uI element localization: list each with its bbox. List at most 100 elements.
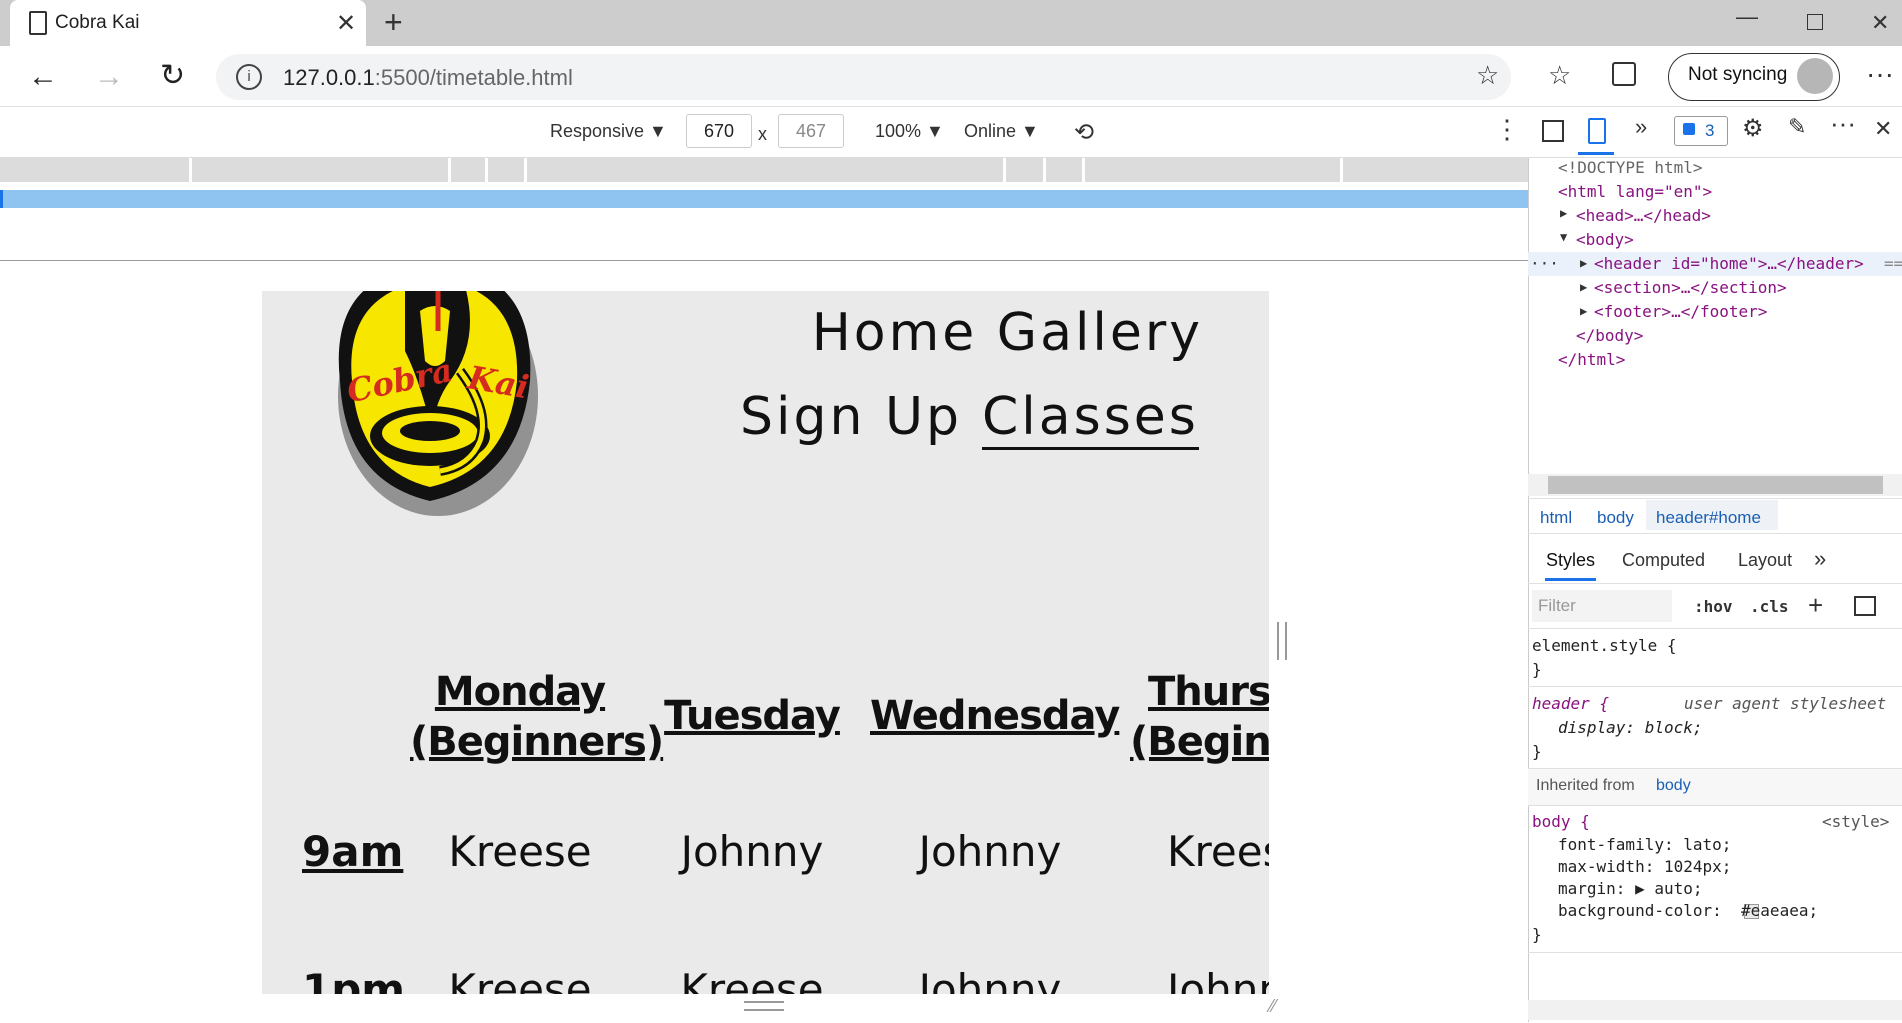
avatar — [1797, 58, 1833, 94]
settings-gear-icon[interactable]: ⚙ — [1742, 114, 1764, 143]
timetable-cell: Kreese — [448, 827, 592, 876]
body-rule-selector[interactable]: body { — [1532, 812, 1590, 831]
more-tabs-icon[interactable]: » — [1635, 114, 1647, 140]
divider — [1528, 686, 1902, 687]
expand-arrow-icon[interactable]: ▶ — [1580, 280, 1587, 294]
divider — [1528, 533, 1902, 534]
close-devtools-icon[interactable]: ✕ — [1874, 116, 1892, 142]
toggle-sidebar-icon[interactable] — [1854, 596, 1876, 616]
breadcrumb-body[interactable]: body — [1597, 508, 1634, 528]
device-mode-select[interactable]: Responsive ▼ — [550, 121, 667, 142]
dom-footer[interactable]: <footer>…</footer> — [1594, 302, 1767, 321]
inherited-from-link[interactable]: body — [1656, 777, 1691, 795]
page-icon — [29, 11, 47, 35]
tab-styles[interactable]: Styles — [1546, 550, 1595, 571]
dom-section[interactable]: <section>…</section> — [1594, 278, 1787, 297]
dom-html-open[interactable]: <html lang="en"> — [1558, 182, 1712, 201]
dom-doctype[interactable]: <!DOCTYPE html> — [1558, 158, 1703, 177]
expand-arrow-icon[interactable]: ▶ — [1560, 206, 1567, 220]
devtools-more-icon[interactable]: ··· — [1830, 108, 1856, 139]
body-declaration[interactable]: background-color: x#eaeaea; — [1558, 901, 1818, 920]
dom-body-open[interactable]: <body> — [1576, 230, 1634, 249]
expand-arrow-icon[interactable]: ▶ — [1580, 304, 1587, 318]
tab-computed[interactable]: Computed — [1622, 550, 1705, 571]
viewport-height-input[interactable]: 467 — [778, 114, 844, 148]
cls-toggle[interactable]: .cls — [1750, 597, 1789, 616]
refresh-icon[interactable]: ↻ — [160, 58, 185, 93]
body-rule-source[interactable]: <style> — [1822, 812, 1889, 831]
favorites-icon[interactable]: ☆ — [1548, 60, 1571, 91]
day-header-wednesday: Wednesday — [870, 693, 1120, 739]
more-panels-icon[interactable]: » — [1814, 546, 1826, 572]
device-more-icon[interactable]: ⋮ — [1494, 114, 1520, 145]
media-query-divider — [1043, 158, 1046, 182]
forward-icon[interactable]: → — [94, 60, 124, 94]
zoom-select[interactable]: 100% ▼ — [875, 121, 944, 142]
breadcrumb-header-home[interactable]: header#home — [1656, 508, 1761, 528]
close-window-icon[interactable]: ✕ — [1871, 10, 1889, 36]
rule-close-brace: } — [1532, 925, 1542, 944]
divider — [1528, 583, 1902, 584]
resize-handle-right[interactable] — [1277, 622, 1287, 660]
body-declaration[interactable]: font-family: lato; — [1558, 835, 1731, 854]
collections-icon[interactable] — [1612, 62, 1636, 86]
tab-layout[interactable]: Layout — [1738, 550, 1792, 571]
network-throttle-select[interactable]: Online ▼ — [964, 121, 1039, 142]
back-icon[interactable]: ← — [28, 60, 58, 94]
body-declaration[interactable]: margin: ▶ auto; — [1558, 879, 1703, 898]
media-query-divider — [485, 158, 488, 182]
styles-filter-input[interactable]: Filter — [1532, 590, 1672, 622]
close-tab-icon[interactable]: ✕ — [336, 9, 356, 38]
dom-head[interactable]: <head>…</head> — [1576, 206, 1711, 225]
media-query-divider — [189, 158, 192, 182]
issues-badge[interactable]: 3 — [1674, 116, 1728, 146]
dimension-separator: x — [758, 124, 767, 144]
ruler-bar[interactable] — [0, 190, 1528, 208]
timetable-cell: Johnny — [680, 827, 824, 876]
row-dots-icon: ··· — [1530, 254, 1559, 273]
header-rule-selector[interactable]: header { — [1532, 694, 1609, 713]
viewport-width-input[interactable]: 670 — [686, 114, 752, 148]
nav-home-gallery[interactable]: Home Gallery — [812, 303, 1203, 363]
resize-handle-bottom[interactable] — [744, 1001, 784, 1011]
new-rule-icon[interactable]: + — [1808, 590, 1823, 621]
dom-scrollbar-thumb[interactable] — [1548, 476, 1883, 494]
day-header-monday: Monday (Beginners) — [410, 669, 664, 765]
info-icon[interactable]: i — [236, 64, 262, 90]
add-favorite-icon[interactable]: ☆ — [1476, 60, 1499, 91]
resize-corner-icon[interactable]: ⁄⁄ — [1270, 996, 1276, 1017]
rule-close-brace: } — [1532, 660, 1542, 679]
element-style-rule[interactable]: element.style { — [1532, 636, 1677, 655]
expand-arrow-icon[interactable]: ▶ — [1580, 256, 1587, 270]
settings-more-icon[interactable]: ··· — [1866, 58, 1894, 90]
nav-classes[interactable]: Classes — [982, 387, 1199, 450]
time-label: 1pm — [302, 965, 406, 994]
device-toggle-icon[interactable] — [1588, 118, 1606, 144]
media-query-divider — [1082, 158, 1085, 182]
feedback-icon[interactable]: ✎ — [1788, 114, 1806, 140]
inspect-element-icon[interactable] — [1542, 120, 1564, 142]
divider — [1528, 628, 1902, 629]
restore-icon[interactable] — [1807, 14, 1823, 30]
breadcrumb-html[interactable]: html — [1540, 508, 1572, 528]
rotate-icon[interactable]: ⟲ — [1074, 118, 1094, 147]
header-rule-declaration[interactable]: display: block; — [1558, 718, 1703, 737]
dom-html-close[interactable]: </html> — [1558, 350, 1625, 369]
active-tab-underline — [1545, 578, 1596, 581]
dom-header[interactable]: <header id="home">…</header> — [1594, 254, 1864, 273]
dom-body-close[interactable]: </body> — [1576, 326, 1643, 345]
new-tab-icon[interactable]: + — [384, 4, 403, 41]
day-header-thursday: Thursc(Beginn — [1130, 669, 1269, 765]
nav-sign-up[interactable]: Sign Up — [740, 387, 962, 447]
media-query-divider — [524, 158, 527, 182]
divider — [1528, 952, 1902, 953]
media-query-bar[interactable] — [0, 158, 1528, 182]
tab-title: Cobra Kai — [55, 12, 140, 33]
body-declaration[interactable]: max-width: 1024px; — [1558, 857, 1731, 876]
cobra-kai-logo[interactable]: Cobra Kai — [320, 291, 550, 521]
collapse-arrow-icon[interactable]: ▼ — [1560, 230, 1567, 244]
device-toggle-underline — [1578, 152, 1614, 155]
hov-toggle[interactable]: :hov — [1694, 597, 1733, 616]
url-text[interactable]: 127.0.0.1:5500/timetable.html — [283, 65, 573, 91]
minimize-icon[interactable]: — — [1736, 4, 1758, 30]
